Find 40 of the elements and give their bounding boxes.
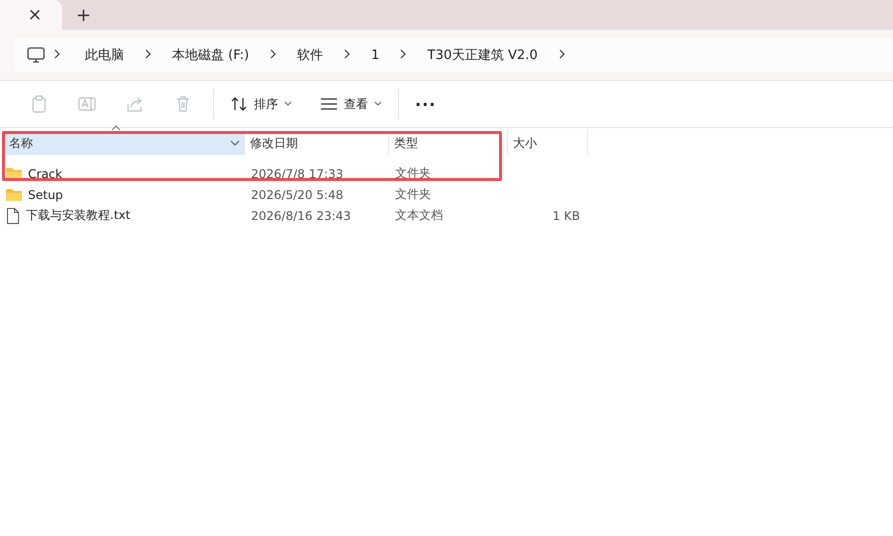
chevron-icon: [558, 48, 566, 58]
file-name: 下载与安装教程.txt: [26, 207, 130, 224]
file-type: 文件夹: [395, 186, 431, 203]
file-type: 文本文档: [395, 207, 443, 224]
chevron-icon: [53, 48, 61, 58]
file-name: Crack: [28, 166, 62, 180]
caret-icon: [284, 101, 292, 107]
chevron-icon: [269, 48, 278, 58]
document-icon: [6, 208, 20, 224]
chevron-icon: [399, 48, 408, 58]
modified-date: 2026/5/20 5:48: [251, 188, 344, 202]
breadcrumb-item[interactable]: 本地磁盘 (F:): [156, 46, 266, 64]
folder-icon: [6, 188, 22, 201]
breadcrumb-item[interactable]: 软件: [281, 46, 340, 64]
modified-date: 2026/7/8 17:33: [251, 166, 344, 180]
file-type: 文件夹: [395, 165, 431, 182]
new-tab-button[interactable]: +: [72, 0, 96, 30]
sort-button[interactable]: 排序: [220, 92, 302, 116]
column-header[interactable]: 大小: [508, 131, 588, 155]
browser-tab[interactable]: ×: [0, 0, 62, 30]
sort-icon: [230, 96, 248, 112]
address-bar[interactable]: 此电脑 本地磁盘 (F:) 软件 1 T30天正建筑 V2.0: [15, 38, 893, 72]
more-button[interactable]: ···: [405, 90, 446, 118]
caret-icon: [374, 101, 382, 107]
column-header[interactable]: 修改日期: [245, 131, 389, 155]
list-icon: [320, 98, 338, 110]
modified-date: 2026/8/16 23:43: [251, 208, 351, 222]
file-size: 1 KB: [552, 208, 580, 222]
close-icon[interactable]: ×: [28, 5, 42, 25]
breadcrumb-item[interactable]: 此电脑: [69, 46, 140, 64]
sort-caret-icon: [111, 125, 121, 131]
column-header[interactable]: 类型: [389, 131, 508, 155]
breadcrumb-item[interactable]: T30天正建筑 V2.0: [411, 46, 554, 64]
file-name: Setup: [28, 188, 63, 202]
breadcrumb-item[interactable]: 1: [355, 48, 396, 62]
chevron-icon: [144, 48, 152, 58]
view-button[interactable]: 查看: [310, 92, 392, 116]
chevron-icon: [343, 48, 352, 58]
computer-icon: [27, 47, 45, 63]
caret-icon: [230, 139, 240, 147]
